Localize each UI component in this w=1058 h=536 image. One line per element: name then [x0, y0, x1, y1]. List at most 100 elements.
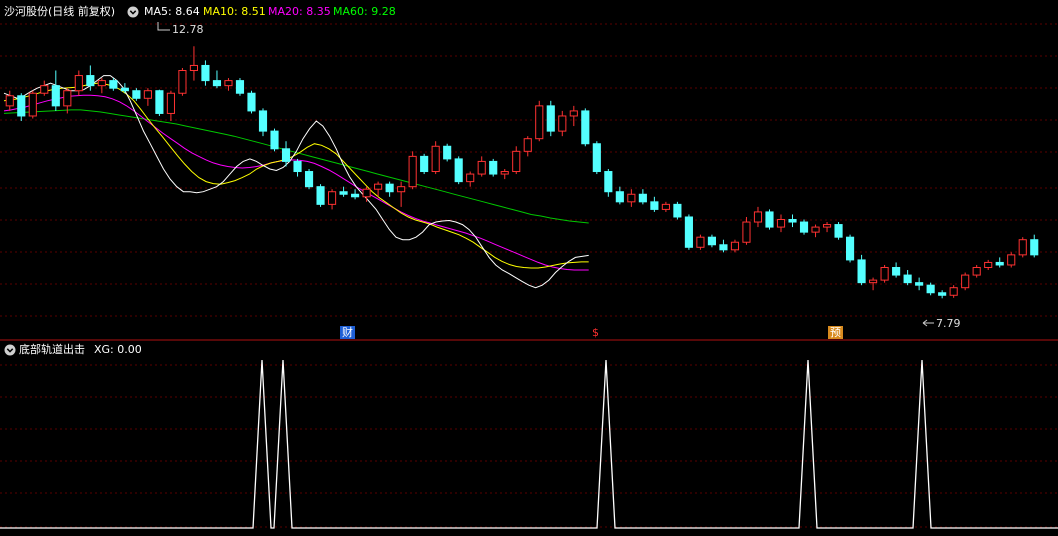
- candle-body: [684, 216, 693, 248]
- candle-body: [926, 284, 935, 294]
- candle-body: [822, 224, 832, 228]
- candle-body: [569, 110, 578, 117]
- candle-body: [28, 92, 37, 117]
- candle-body: [316, 186, 325, 205]
- candle-body: [132, 90, 141, 99]
- candle-body: [477, 160, 486, 175]
- candle-body: [431, 145, 440, 173]
- candle-body: [408, 155, 417, 188]
- chevron-down-icon[interactable]: [4, 344, 16, 356]
- chevron-down-icon[interactable]: [127, 6, 139, 18]
- candle-body: [753, 211, 763, 223]
- candle-body: [512, 150, 521, 173]
- candle-body: [443, 145, 452, 160]
- candle-body: [327, 191, 337, 205]
- high-price-label: 12.78: [172, 23, 204, 36]
- candle-body: [178, 70, 187, 94]
- candle-body: [489, 160, 498, 175]
- indicator-value: XG: 0.00: [94, 343, 142, 356]
- xg-line: [0, 359, 1058, 529]
- candle-body: [903, 274, 912, 284]
- stock-title: 沙河股份(日线 前复权): [4, 5, 116, 18]
- candle-body: [765, 211, 774, 228]
- candle-body: [258, 110, 268, 132]
- candle-body: [961, 274, 970, 289]
- candle-body: [776, 219, 786, 228]
- candle-body: [374, 183, 383, 190]
- xg-indicator-line: [0, 359, 1058, 529]
- candle-body: [730, 241, 740, 251]
- candle-body: [247, 92, 256, 112]
- candle-body: [742, 221, 751, 243]
- candle-body: [799, 221, 809, 233]
- candle-body: [811, 226, 820, 233]
- candle-body: [397, 186, 406, 193]
- ma5-label: MA5: 8.64: [144, 5, 200, 18]
- candle-body: [155, 90, 164, 114]
- candle-body: [558, 115, 567, 132]
- event-marker-dividend[interactable]: $: [590, 326, 601, 339]
- candle-body: [834, 224, 843, 238]
- candle-body: [201, 64, 210, 82]
- candle-body: [109, 80, 118, 89]
- candle-body: [351, 193, 360, 198]
- candle-body: [915, 282, 924, 286]
- candle-body: [627, 193, 636, 203]
- candle-body: [97, 80, 106, 87]
- candle-body: [235, 80, 245, 94]
- low-price-label: 7.79: [936, 317, 961, 330]
- candle-body: [385, 183, 394, 193]
- candle-body: [63, 90, 72, 107]
- candle-body: [74, 75, 83, 92]
- candle-body: [304, 171, 314, 188]
- candle-body: [546, 105, 555, 132]
- candle-body: [86, 75, 95, 87]
- candle-body: [857, 259, 866, 284]
- high-pointer: [157, 22, 170, 31]
- candle-body: [454, 158, 463, 183]
- candle-body: [1030, 239, 1039, 256]
- candle-body: [845, 236, 855, 261]
- event-marker-finance[interactable]: 财: [340, 326, 355, 339]
- candle-body: [949, 287, 958, 296]
- candle-body: [281, 148, 291, 162]
- candle-body: [17, 95, 26, 117]
- candle-body: [615, 191, 624, 203]
- ma10-label: MA10: 8.51: [203, 5, 266, 18]
- ma20-line: [3, 94, 589, 271]
- candle-body: [604, 171, 613, 193]
- ma5-line: [3, 75, 589, 289]
- indicator-title: 底部轨道出击: [19, 343, 85, 356]
- candle-body: [1007, 254, 1016, 266]
- candle-body: [995, 261, 1004, 266]
- candle-body: [224, 80, 233, 87]
- candle-body: [984, 261, 993, 268]
- candle-body: [696, 236, 705, 248]
- candle-body: [51, 85, 60, 107]
- candle-body: [719, 244, 728, 251]
- candle-body: [661, 203, 670, 210]
- candlesticks: [5, 46, 1039, 299]
- candle-body: [892, 266, 901, 276]
- candle-body: [869, 279, 878, 284]
- candle-body: [673, 203, 682, 218]
- candle-body: [466, 173, 475, 183]
- candle-body: [420, 155, 429, 173]
- moving-average-lines: [3, 75, 589, 289]
- candle-body: [707, 236, 717, 246]
- candle-body: [166, 92, 175, 114]
- candle-body: [523, 138, 532, 152]
- price-extrema-annotations: [157, 22, 934, 327]
- candle-body: [638, 193, 647, 203]
- candle-body: [535, 105, 544, 140]
- candle-body: [938, 292, 947, 296]
- low-pointer: [922, 319, 934, 327]
- candle-body: [362, 188, 371, 198]
- candle-body: [212, 80, 222, 87]
- candle-body: [270, 130, 279, 150]
- candle-body: [650, 201, 659, 210]
- event-marker-forecast[interactable]: 预: [828, 326, 843, 339]
- candle-body: [581, 110, 590, 145]
- ma20-label: MA20: 8.35: [268, 5, 331, 18]
- candle-body: [1018, 239, 1027, 256]
